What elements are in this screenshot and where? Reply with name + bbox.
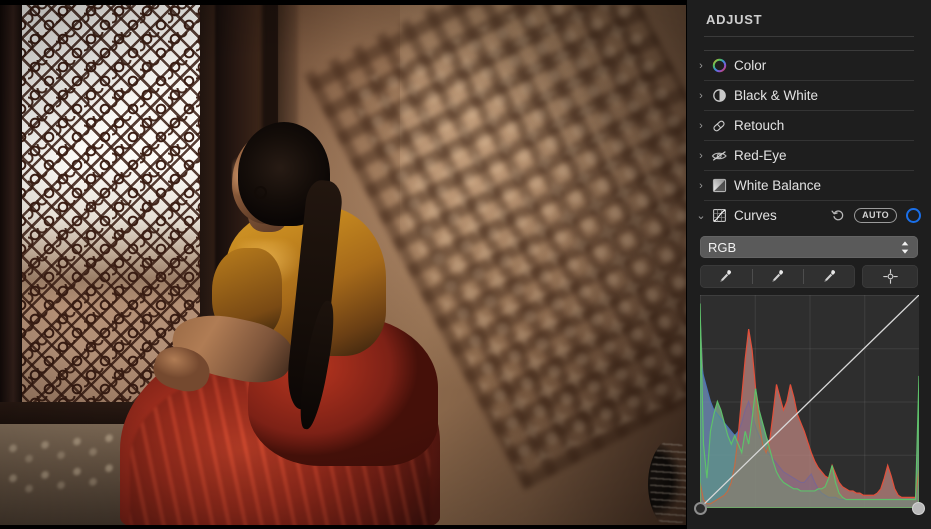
- eyedropper-segmented-group: [700, 265, 855, 288]
- chevron-right-icon[interactable]: ›: [694, 90, 708, 102]
- set-gray-point-eyedropper[interactable]: [751, 265, 804, 288]
- adjust-item-label: Black & White: [734, 88, 819, 103]
- adjust-item-label: Color: [734, 58, 767, 73]
- set-black-point-eyedropper[interactable]: [700, 265, 752, 288]
- curves-button-row: [700, 265, 918, 288]
- channel-select-value: RGB: [708, 239, 737, 255]
- panel-title: ADJUST: [706, 12, 763, 27]
- channel-layers: [700, 303, 919, 508]
- reset-arrow-icon[interactable]: [831, 208, 845, 224]
- photo-viewer[interactable]: [0, 0, 686, 529]
- adjust-item-label: Curves: [734, 208, 777, 223]
- chevron-right-icon[interactable]: ›: [694, 180, 708, 192]
- curves-actions: AUTO: [831, 207, 921, 224]
- adjust-item-color[interactable]: › Color: [687, 51, 931, 80]
- curves-controls: RGB: [687, 230, 931, 288]
- chevron-right-icon[interactable]: ›: [694, 120, 708, 132]
- gradient-square-icon: [708, 178, 730, 193]
- white-point-handle[interactable]: [912, 502, 925, 515]
- half-circle-icon: [708, 88, 730, 103]
- chevron-right-icon[interactable]: ›: [694, 60, 708, 72]
- black-point-handle[interactable]: [694, 502, 707, 515]
- bandage-icon: [708, 118, 730, 134]
- curves-grid-icon: [708, 208, 730, 223]
- curves-enable-toggle[interactable]: [906, 208, 921, 223]
- adjust-item-label: Red-Eye: [734, 148, 787, 163]
- color-wheel-icon: [708, 58, 730, 73]
- photo-bottom-letterbox: [0, 525, 686, 529]
- adjust-item-curves[interactable]: ⌄ Curves AUTO: [687, 201, 931, 230]
- chevron-down-icon[interactable]: ⌄: [694, 209, 708, 222]
- photos-editor-window: ADJUST › Color › Black & White › Retouch…: [0, 0, 931, 529]
- auto-button[interactable]: AUTO: [854, 207, 897, 224]
- adjust-item-white-balance[interactable]: › White Balance: [687, 171, 931, 200]
- edited-photo: [0, 0, 686, 529]
- channel-select[interactable]: RGB: [700, 236, 918, 258]
- adjust-item-retouch[interactable]: › Retouch: [687, 111, 931, 140]
- stepper-chevrons-icon[interactable]: [900, 240, 910, 255]
- adjust-item-black-and-white[interactable]: › Black & White: [687, 81, 931, 110]
- adjust-item-label: White Balance: [734, 178, 822, 193]
- adjust-item-label: Retouch: [734, 118, 785, 133]
- photo-top-letterbox: [0, 0, 686, 5]
- adjust-item-red-eye[interactable]: › Red-Eye: [687, 141, 931, 170]
- histogram-svg: [700, 295, 919, 508]
- curves-histogram-graph[interactable]: [700, 295, 919, 508]
- curves-graph-area[interactable]: [687, 288, 931, 515]
- adjust-panel: ADJUST › Color › Black & White › Retouch…: [686, 0, 931, 529]
- eye-slash-icon: [708, 148, 730, 163]
- photo-vignette: [0, 0, 686, 529]
- chevron-right-icon[interactable]: ›: [694, 150, 708, 162]
- on-image-adjust-target[interactable]: [862, 265, 918, 288]
- set-white-point-eyedropper[interactable]: [803, 265, 855, 288]
